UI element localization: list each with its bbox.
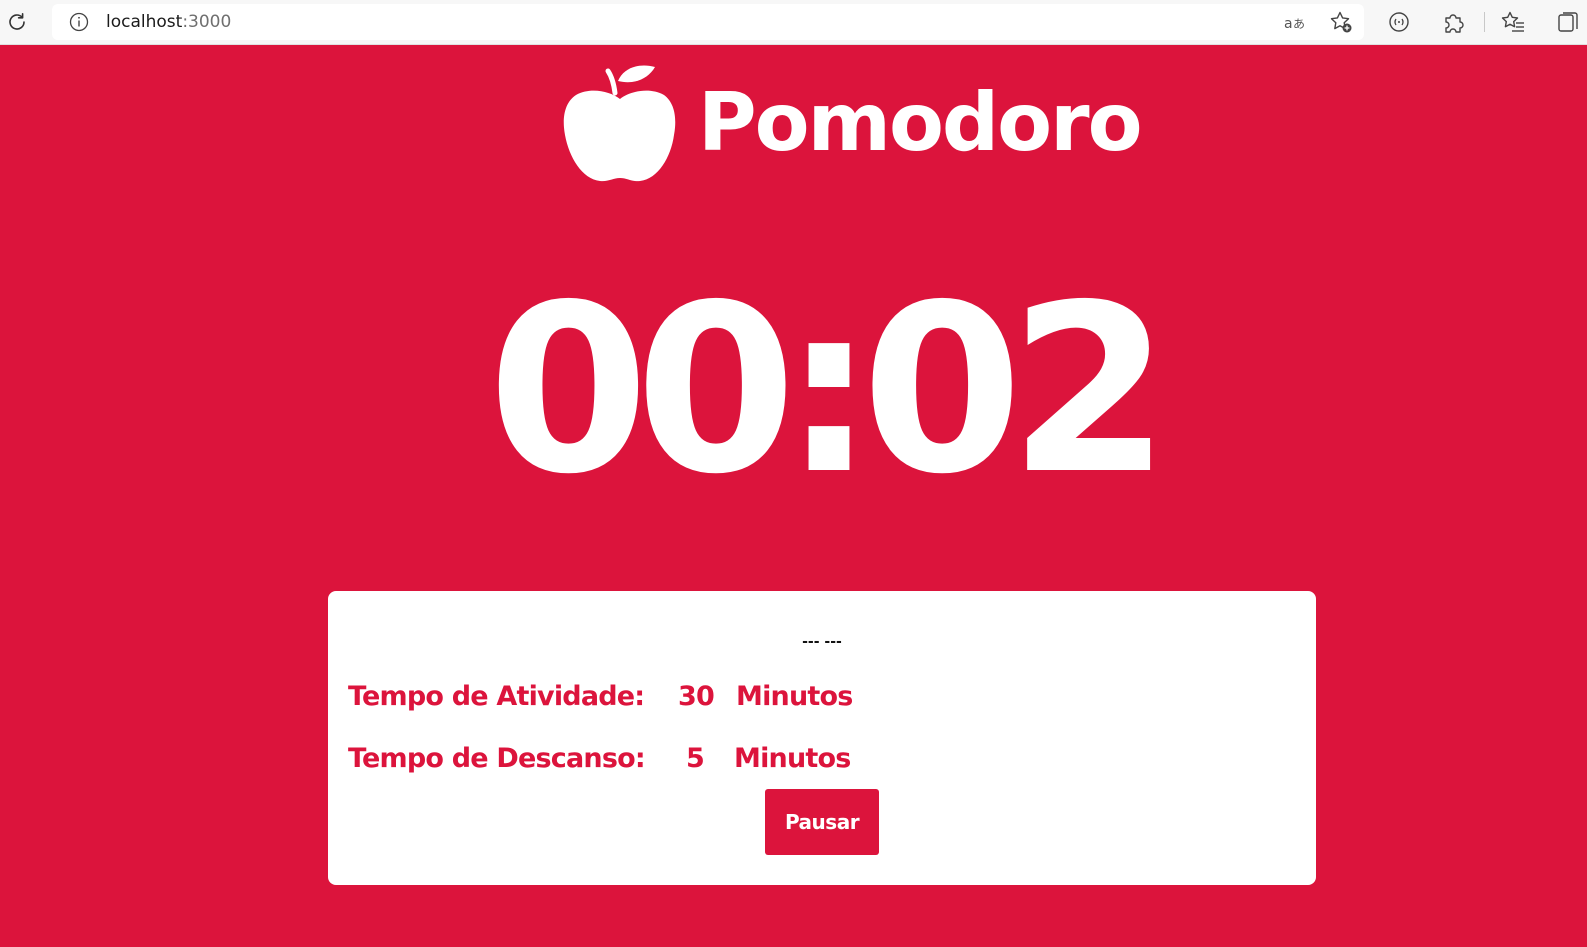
url-text[interactable]: localhost:3000 bbox=[106, 11, 231, 33]
pause-button[interactable]: Pausar bbox=[765, 789, 879, 855]
settings-card: --- --- Tempo de Atividade: 30 Minutos T… bbox=[328, 591, 1316, 885]
status-text: --- --- bbox=[802, 634, 842, 650]
activity-time-label: Tempo de Atividade: bbox=[348, 681, 645, 712]
activity-time-unit: Minutos bbox=[736, 681, 853, 712]
rest-time-value[interactable]: 5 bbox=[686, 739, 705, 779]
app-logo: Pomodoro bbox=[560, 55, 1143, 190]
reload-icon[interactable] bbox=[5, 10, 29, 34]
rest-time-unit: Minutos bbox=[734, 743, 851, 774]
address-bar[interactable]: localhost:3000 bbox=[52, 4, 1364, 40]
svg-text:あ: あ bbox=[1293, 17, 1305, 31]
browser-toolbar: localhost:3000 a あ bbox=[0, 0, 1587, 45]
app-title: Pomodoro bbox=[698, 76, 1143, 169]
extensions-icon[interactable] bbox=[1440, 9, 1466, 35]
read-aloud-icon[interactable]: a あ bbox=[1282, 9, 1308, 35]
info-icon[interactable] bbox=[68, 11, 90, 33]
url-host: localhost bbox=[106, 12, 183, 32]
svg-text:a: a bbox=[1284, 16, 1293, 32]
toolbar-separator bbox=[1484, 12, 1485, 32]
countdown-timer: 00:02 bbox=[487, 255, 1170, 525]
collections-icon[interactable] bbox=[1555, 9, 1581, 35]
browser-essentials-icon[interactable] bbox=[1386, 9, 1412, 35]
pomodoro-page: Pomodoro 00:02 --- --- Tempo de Atividad… bbox=[0, 45, 1587, 947]
rest-time-label: Tempo de Descanso: bbox=[348, 743, 646, 774]
activity-time-value[interactable]: 30 bbox=[678, 677, 715, 717]
apple-icon bbox=[563, 65, 676, 182]
favorites-icon[interactable] bbox=[1500, 9, 1526, 35]
add-favorite-icon[interactable] bbox=[1328, 9, 1354, 35]
url-port: :3000 bbox=[182, 12, 232, 32]
